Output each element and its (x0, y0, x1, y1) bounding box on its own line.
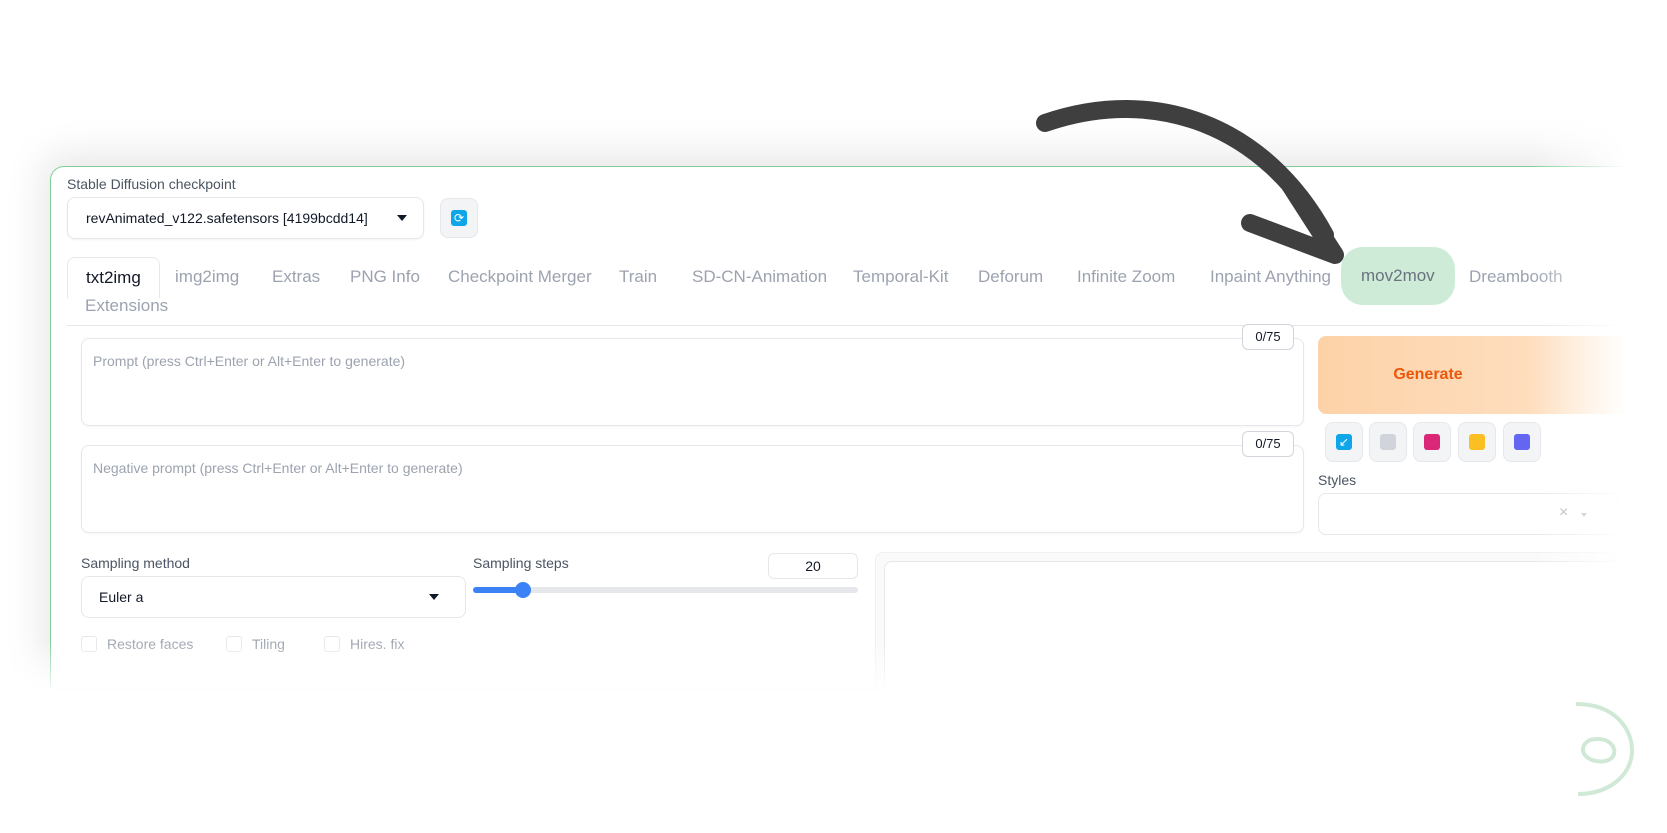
checkbox-box[interactable] (81, 636, 97, 652)
tab-extras[interactable]: Extras (272, 257, 320, 297)
checkbox-box[interactable] (226, 636, 242, 652)
tab-img2img[interactable]: img2img (175, 257, 239, 297)
prompt-input[interactable]: Prompt (press Ctrl+Enter or Alt+Enter to… (81, 338, 1304, 426)
read-params-icon: ↙ (1336, 434, 1352, 450)
tab-extensions[interactable]: Extensions (85, 296, 168, 316)
tab-sd-cn-animation[interactable]: SD-CN-Animation (692, 257, 827, 297)
sampling-method-dropdown[interactable]: Euler a (81, 576, 466, 618)
tab-panel-border (67, 325, 1667, 326)
output-image-area (884, 561, 1667, 711)
pointer-arrow-icon (1036, 100, 1344, 264)
tab-png-info[interactable]: PNG Info (350, 257, 420, 297)
tab-checkpoint-merger[interactable]: Checkpoint Merger (448, 257, 592, 297)
refresh-icon: ⟳ (451, 210, 467, 226)
tiling-checkbox[interactable]: Tiling (226, 636, 285, 652)
read-params-button[interactable]: ↙ (1325, 422, 1363, 462)
chevron-down-icon (1581, 513, 1587, 517)
prompt-placeholder: Prompt (press Ctrl+Enter or Alt+Enter to… (93, 353, 406, 369)
paste-style-button[interactable] (1458, 422, 1496, 462)
clear-icon[interactable]: × (1559, 504, 1568, 522)
tab-temporal-kit[interactable]: Temporal-Kit (853, 257, 948, 297)
checkbox-box[interactable] (324, 636, 340, 652)
refresh-checkpoint-button[interactable]: ⟳ (440, 198, 478, 238)
sampling-steps-slider[interactable] (473, 582, 858, 598)
chevron-down-icon (397, 215, 407, 221)
trash-icon (1380, 434, 1396, 450)
output-gallery (875, 552, 1667, 712)
hires-fix-checkbox[interactable]: Hires. fix (324, 636, 404, 652)
chevron-down-icon (429, 594, 439, 600)
clipboard-icon (1469, 434, 1485, 450)
checkbox-label: Hires. fix (350, 636, 405, 652)
extra-networks-button[interactable] (1413, 422, 1451, 462)
checkpoint-label: Stable Diffusion checkpoint (67, 176, 236, 192)
checkbox-label: Restore faces (107, 636, 194, 652)
negative-prompt-token-counter: 0/75 (1242, 431, 1294, 457)
prompt-token-counter: 0/75 (1242, 324, 1294, 350)
brand-logo-icon (1575, 702, 1635, 796)
tab-dreambooth[interactable]: Dreambooth (1469, 257, 1563, 297)
tab-txt2img[interactable]: txt2img (67, 257, 160, 298)
negative-prompt-input[interactable]: Negative prompt (press Ctrl+Enter or Alt… (81, 445, 1304, 533)
save-icon (1514, 434, 1530, 450)
tab-train[interactable]: Train (619, 257, 657, 297)
save-style-button[interactable] (1503, 422, 1541, 462)
clear-prompt-button[interactable] (1369, 422, 1407, 462)
checkbox-label: Tiling (252, 636, 285, 652)
negative-prompt-placeholder: Negative prompt (press Ctrl+Enter or Alt… (93, 460, 463, 476)
styles-dropdown[interactable]: × (1318, 493, 1618, 535)
generate-button[interactable]: Generate (1318, 336, 1648, 414)
restore-faces-checkbox[interactable]: Restore faces (81, 636, 193, 652)
styles-label: Styles (1318, 472, 1357, 488)
sampling-steps-label: Sampling steps (473, 555, 569, 571)
sampling-steps-input[interactable]: 20 (768, 553, 858, 579)
slider-thumb[interactable] (515, 582, 532, 598)
checkpoint-dropdown[interactable]: revAnimated_v122.safetensors [4199bcdd14… (67, 197, 424, 239)
extra-networks-icon (1424, 434, 1440, 450)
sampling-method-value: Euler a (99, 589, 144, 605)
sampling-method-label: Sampling method (81, 555, 190, 571)
checkpoint-value: revAnimated_v122.safetensors [4199bcdd14… (86, 210, 368, 226)
tab-deforum[interactable]: Deforum (978, 257, 1043, 297)
